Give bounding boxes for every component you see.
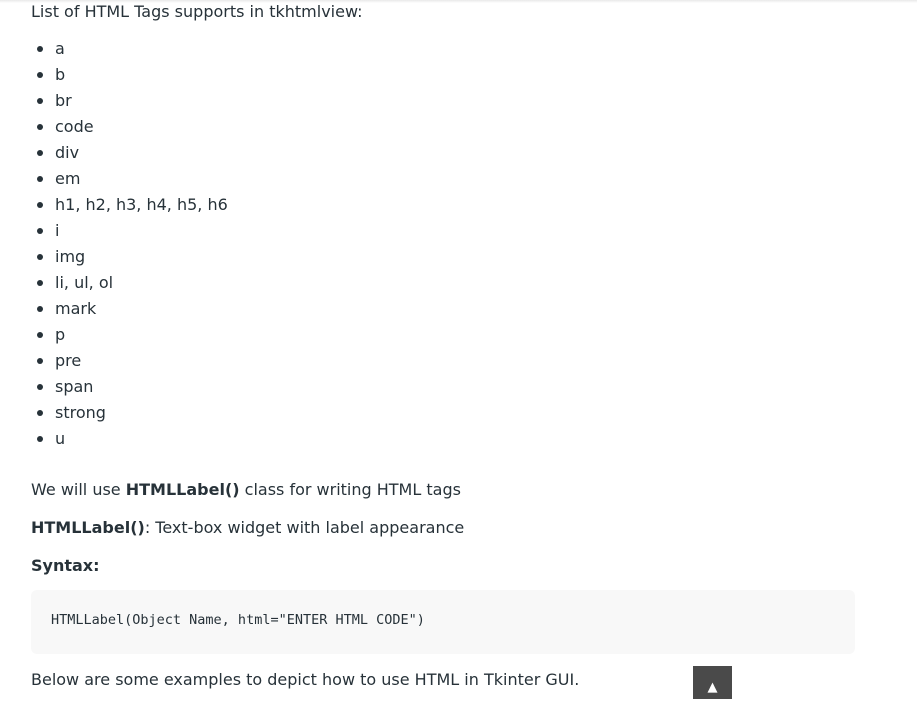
list-item: b <box>31 62 228 88</box>
definition-text: : Text-box widget with label appearance <box>144 518 465 537</box>
bullet-icon <box>37 306 43 312</box>
tag-label: div <box>55 143 80 162</box>
list-item: span <box>31 374 228 400</box>
scroll-to-top-button[interactable]: ▲ <box>693 666 732 699</box>
tag-label: strong <box>55 403 106 422</box>
definition-paragraph: HTMLLabel(): Text-box widget with label … <box>31 517 464 539</box>
html-tag-list: a b br code div em h1, h2, h3, h4, h5, h6 i img l… <box>31 36 228 452</box>
list-item: i <box>31 218 228 244</box>
tag-label: mark <box>55 299 97 318</box>
list-item: li, ul, ol <box>31 270 228 296</box>
tag-label: code <box>55 117 94 136</box>
tag-label: a <box>55 39 65 58</box>
list-item: u <box>31 426 228 452</box>
bullet-icon <box>37 72 43 78</box>
list-item: br <box>31 88 228 114</box>
tag-label: pre <box>55 351 82 370</box>
list-item: pre <box>31 348 228 374</box>
usage-prefix: We will use <box>31 480 126 499</box>
tag-label: h1, h2, h3, h4, h5, h6 <box>55 195 228 214</box>
tag-label: i <box>55 221 60 240</box>
tag-label: p <box>55 325 66 344</box>
tag-label: span <box>55 377 94 396</box>
list-item: em <box>31 166 228 192</box>
tag-label: li, ul, ol <box>55 273 114 292</box>
list-item: img <box>31 244 228 270</box>
bullet-icon <box>37 98 43 104</box>
list-item: p <box>31 322 228 348</box>
bullet-icon <box>37 176 43 182</box>
tag-label: br <box>55 91 72 110</box>
tag-label: em <box>55 169 81 188</box>
bullet-icon <box>37 332 43 338</box>
tag-label: u <box>55 429 66 448</box>
intro-paragraph: List of HTML Tags supports in tkhtmlview… <box>31 2 363 21</box>
bullet-icon <box>37 280 43 286</box>
bullet-icon <box>37 228 43 234</box>
bullet-icon <box>37 436 43 442</box>
arrow-up-icon: ▲ <box>707 680 718 695</box>
list-item: h1, h2, h3, h4, h5, h6 <box>31 192 228 218</box>
list-item: a <box>31 36 228 62</box>
syntax-heading: Syntax: <box>31 556 100 575</box>
bullet-icon <box>37 124 43 130</box>
examples-paragraph: Below are some examples to depict how to… <box>31 670 580 689</box>
usage-paragraph: We will use HTMLLabel() class for writin… <box>31 479 461 501</box>
tag-label: img <box>55 247 86 266</box>
list-item: code <box>31 114 228 140</box>
tag-label: b <box>55 65 66 84</box>
list-item: strong <box>31 400 228 426</box>
syntax-code-block: HTMLLabel(Object Name, html="ENTER HTML … <box>31 590 855 654</box>
syntax-code: HTMLLabel(Object Name, html="ENTER HTML … <box>51 612 425 628</box>
bullet-icon <box>37 410 43 416</box>
bullet-icon <box>37 46 43 52</box>
class-name: HTMLLabel() <box>125 480 240 499</box>
usage-suffix: class for writing HTML tags <box>239 480 461 499</box>
bullet-icon <box>37 358 43 364</box>
definition-term: HTMLLabel() <box>31 518 145 537</box>
list-item: div <box>31 140 228 166</box>
list-item: mark <box>31 296 228 322</box>
bullet-icon <box>37 202 43 208</box>
bullet-icon <box>37 150 43 156</box>
bullet-icon <box>37 254 43 260</box>
bullet-icon <box>37 384 43 390</box>
